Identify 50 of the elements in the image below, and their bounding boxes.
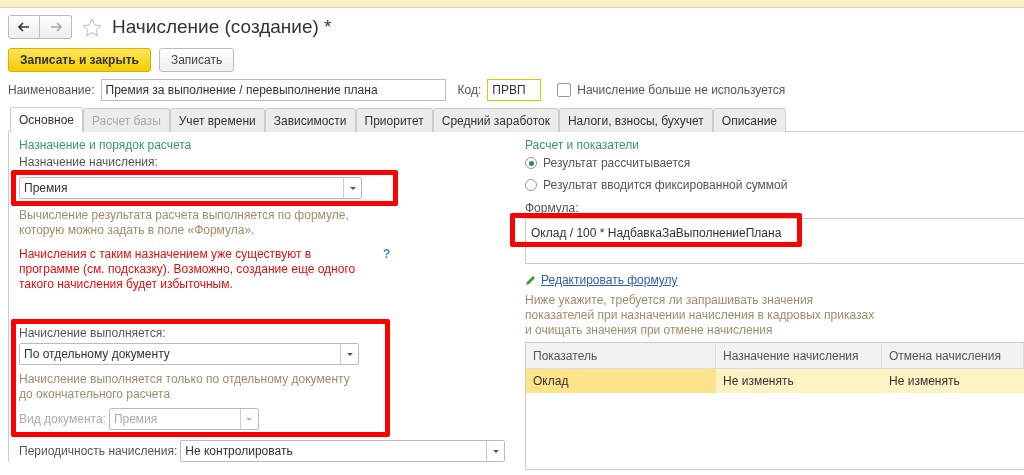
tab[interactable]: Средний заработок bbox=[432, 108, 559, 132]
tab[interactable]: Основное bbox=[10, 107, 83, 132]
purpose-dropdown[interactable]: Премия bbox=[19, 177, 362, 199]
tab[interactable]: Учет времени bbox=[169, 108, 265, 132]
checkbox-label: Начисление больше не используется bbox=[577, 83, 786, 97]
field-label: Код: bbox=[457, 83, 482, 97]
save-button[interactable]: Записать bbox=[158, 48, 235, 72]
section-title: Расчет и показатели bbox=[525, 138, 641, 152]
table-cell[interactable]: Не изменять bbox=[716, 369, 882, 393]
help-link[interactable]: ? bbox=[383, 247, 391, 261]
hint-text: Начисление выполняется только по отдельному документу до окончательного расчета bbox=[19, 372, 351, 402]
field-label: Наименование: bbox=[8, 83, 95, 97]
field-label: Назначение начисления: bbox=[19, 155, 159, 169]
caret-icon bbox=[246, 417, 253, 421]
save-and-close-button[interactable]: Записать и закрыть bbox=[8, 48, 151, 72]
hint-text: Вычисление результата расчета выполняется по формуле, которую можно задать в поле «Формула». bbox=[19, 208, 350, 238]
caret-icon bbox=[346, 352, 353, 356]
warning-text: Начисления с таким назначением уже существуют в программе (см. подсказку). Возможно, создание еще одного такого начисления будет избыточным. bbox=[19, 247, 357, 292]
radio-label: Результат рассчитывается bbox=[543, 156, 691, 170]
formula-field[interactable]: Оклад / 100 * НадбавкаЗаВыполнениеПлана bbox=[525, 218, 1024, 264]
hint-text: Ниже укажите, требуется ли запрашивать значения показателей при назначении начисления в кадровых приказах и очищать значения при отмене начисления bbox=[525, 293, 875, 338]
table-cell[interactable]: Не изменять bbox=[882, 369, 1024, 393]
tab[interactable]: Описание bbox=[712, 108, 787, 132]
code-field[interactable]: ПРВП bbox=[487, 79, 542, 101]
periodicity-dropdown[interactable]: Не контролировать bbox=[180, 440, 505, 462]
pencil-icon bbox=[525, 274, 537, 286]
field-label: Вид документа: bbox=[19, 412, 106, 426]
window-title: Начисление (создание) * bbox=[112, 16, 332, 38]
arrow-left-icon bbox=[18, 22, 30, 32]
caret-icon bbox=[349, 186, 356, 190]
checkbox[interactable] bbox=[557, 83, 572, 97]
table-cell[interactable]: Оклад bbox=[526, 369, 716, 393]
tab[interactable]: Приоритет bbox=[355, 108, 433, 132]
execution-dropdown[interactable]: По отдельному документу bbox=[19, 343, 359, 365]
tab[interactable]: Налоги, взносы, бухучет bbox=[558, 108, 713, 132]
section-title: Назначение и порядок расчета bbox=[19, 138, 193, 152]
column-header: Назначение начисления bbox=[716, 343, 882, 369]
edit-formula-link[interactable]: Редактировать формулу bbox=[541, 273, 678, 287]
arrow-right-icon bbox=[49, 22, 62, 32]
field-label: Периодичность начисления: bbox=[19, 444, 178, 458]
star-icon[interactable] bbox=[82, 17, 102, 37]
field-label: Формула: bbox=[525, 201, 580, 215]
caret-icon bbox=[492, 449, 499, 453]
field-label: Начисление выполняется: bbox=[19, 326, 167, 340]
column-header: Показатель bbox=[526, 343, 716, 369]
radio-label: Результат вводится фиксированной суммой bbox=[543, 178, 788, 192]
column-header: Отмена начисления bbox=[882, 343, 1024, 369]
name-field[interactable]: Премия за выполнение / перевыполнение плана bbox=[100, 79, 446, 101]
back-button[interactable] bbox=[8, 15, 40, 39]
tab[interactable]: Зависимости bbox=[264, 108, 356, 132]
